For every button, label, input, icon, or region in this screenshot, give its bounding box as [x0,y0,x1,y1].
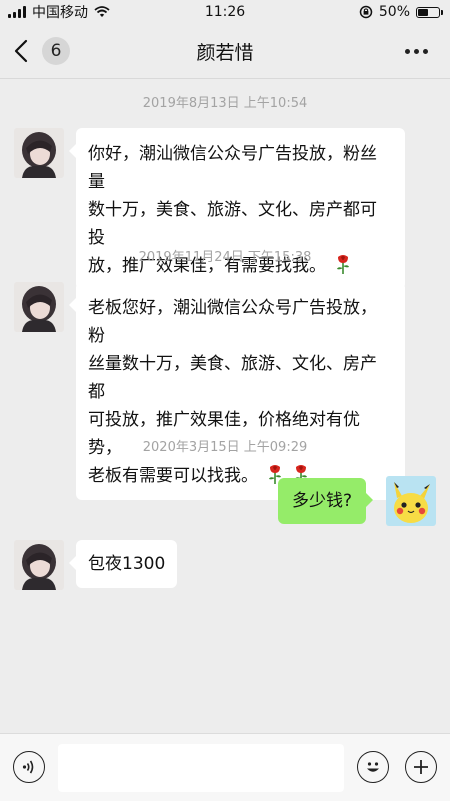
message-timestamp: 2019年8月13日 上午10:54 [142,96,308,111]
voice-icon [22,760,34,774]
plus-icon [414,760,428,774]
avatar-photo [14,540,64,590]
message-line: 丝量数十万，美食、旅游、文化、房产都 [88,354,377,402]
back-button[interactable]: 6 [0,36,70,66]
battery-level [418,8,428,16]
unread-count-badge: 6 [42,37,70,65]
message-text: 包夜1300 [88,554,166,574]
more-functions-button[interactable] [405,751,437,783]
contact-avatar[interactable] [14,128,64,178]
dot-icon [405,48,410,54]
message-input[interactable] [58,744,344,792]
signal-icon [8,6,26,18]
battery-percent: 50% [378,4,410,20]
incoming-message-bubble[interactable]: 老板您好，潮汕微信公众号广告投放，粉 丝量数十万，美食、旅游、文化、房产都 可投… [69,282,405,500]
voice-input-button[interactable] [13,751,45,783]
emoji-button[interactable] [357,751,389,783]
chevron-left-icon [14,36,36,66]
pikachu-avatar-icon [386,476,436,526]
message-text: 多少钱? [292,491,353,511]
message-line: 老板有需要可以找我。 [88,466,258,486]
message-line: 老板您好，潮汕微信公众号广告投放，粉 [88,298,377,346]
status-bar: 中国移动 11:26 50% [0,0,450,24]
smiley-icon [367,762,379,772]
wifi-icon [94,6,110,17]
incoming-message-bubble[interactable]: 包夜1300 [68,540,178,588]
message-line: 数十万，美食、旅游、文化、房产都可投 [88,200,377,248]
input-bar [0,733,450,801]
chat-header: 6 颜若惜 [0,24,450,79]
avatar-photo [14,128,64,178]
incoming-message-bubble[interactable]: 你好，潮汕微信公众号广告投放，粉丝量 数十万，美食、旅游、文化、房产都可投 放，… [69,128,405,290]
battery-icon [416,6,443,18]
dot-icon [414,48,419,54]
contact-avatar[interactable] [14,282,64,332]
contact-avatar[interactable] [14,540,64,590]
more-options-button[interactable] [405,48,450,54]
user-avatar[interactable] [386,476,436,526]
outgoing-message-bubble[interactable]: 多少钱? [278,478,374,524]
dot-icon [423,48,428,54]
carrier-label: 中国移动 [32,5,88,21]
message-timestamp: 2020年3月15日 上午09:29 [142,440,308,455]
avatar-photo [14,282,64,332]
message-line: 你好，潮汕微信公众号广告投放，粉丝量 [88,144,377,192]
message-timestamp: 2019年11月24日 下午15:38 [138,250,312,265]
rotation-lock-icon [359,5,373,19]
